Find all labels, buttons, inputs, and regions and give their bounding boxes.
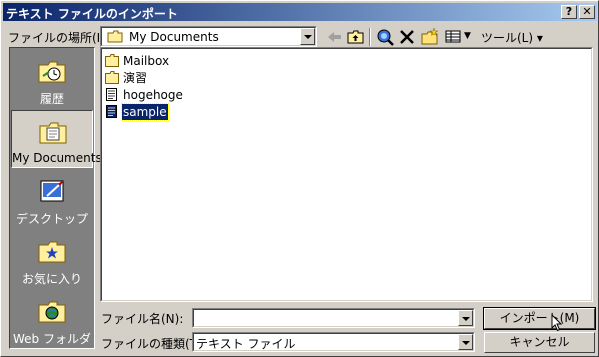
place-my-documents[interactable]: My Documents	[11, 110, 102, 168]
cancel-button[interactable]: キャンセル	[484, 332, 595, 353]
filename-label: ファイル名(N):	[101, 312, 184, 326]
filetype-value: テキスト ファイル	[196, 337, 296, 351]
history-icon	[38, 61, 66, 83]
new-folder-icon[interactable]	[420, 27, 440, 47]
filetype-dropdown-button[interactable]	[458, 334, 473, 350]
place-favorites-label: お気に入り	[21, 272, 82, 286]
window-title: テキスト ファイルのインポート	[6, 7, 178, 21]
folder-icon	[105, 54, 119, 67]
web-folder-icon	[38, 301, 66, 323]
text-file-icon	[106, 88, 117, 101]
toolbar-separator	[369, 28, 371, 46]
favorites-icon	[38, 241, 66, 263]
back-icon[interactable]	[325, 27, 345, 47]
mouse-cursor-icon	[551, 314, 563, 332]
place-history[interactable]: 履歴	[11, 50, 93, 108]
filename-dropdown-button[interactable]	[458, 310, 473, 326]
tools-arrow-icon: ▾	[536, 31, 543, 45]
tools-menu-label: ツール(L)	[481, 31, 534, 45]
place-desktop[interactable]: デスクトップ	[11, 170, 93, 228]
file-name: sample	[121, 103, 169, 121]
title-bar[interactable]: テキスト ファイルのインポート ? ✕	[3, 3, 597, 21]
filetype-dropdown[interactable]: テキスト ファイル	[192, 332, 475, 352]
file-list[interactable]: Mailbox 演習 hogehoge sample	[100, 47, 593, 302]
location-value: My Documents	[129, 30, 219, 44]
help-button[interactable]: ?	[561, 5, 577, 19]
folder-open-icon	[107, 30, 123, 43]
places-bar: 履歴 My Documents デスクトップ お気に入り Web フォルダ	[9, 47, 102, 349]
place-web-folder[interactable]: Web フォルダ	[11, 290, 93, 348]
file-name: hogehoge	[123, 88, 183, 102]
tools-menu[interactable]: ツール(L) ▾	[481, 29, 543, 46]
folder-icon	[105, 71, 119, 84]
delete-icon[interactable]	[397, 27, 417, 47]
filetype-label: ファイルの種類(T):	[101, 337, 206, 351]
filename-field[interactable]	[192, 308, 475, 328]
import-dialog: テキスト ファイルのインポート ? ✕ ファイルの場所(I): My Docum…	[0, 0, 599, 357]
import-button[interactable]: インポート(M)	[483, 307, 596, 330]
location-label: ファイルの場所(I):	[8, 31, 109, 45]
place-desktop-label: デスクトップ	[15, 212, 88, 226]
place-favorites[interactable]: お気に入り	[11, 230, 93, 288]
place-my-documents-label: My Documents	[12, 151, 102, 165]
search-web-icon[interactable]	[375, 27, 395, 47]
place-history-label: 履歴	[39, 92, 64, 106]
place-web-folder-label: Web フォルダ	[13, 332, 91, 346]
views-dropdown-icon[interactable]: ▼	[464, 31, 471, 41]
file-name: Mailbox	[123, 54, 170, 68]
text-file-icon	[106, 105, 117, 118]
close-button[interactable]: ✕	[579, 5, 595, 19]
location-dropdown[interactable]: My Documents	[100, 26, 317, 47]
file-name: 演習	[123, 71, 148, 85]
my-documents-icon	[39, 122, 67, 144]
location-dropdown-button[interactable]	[300, 28, 315, 45]
up-folder-icon[interactable]	[346, 27, 366, 47]
desktop-icon	[40, 180, 64, 202]
views-icon[interactable]	[444, 27, 464, 47]
